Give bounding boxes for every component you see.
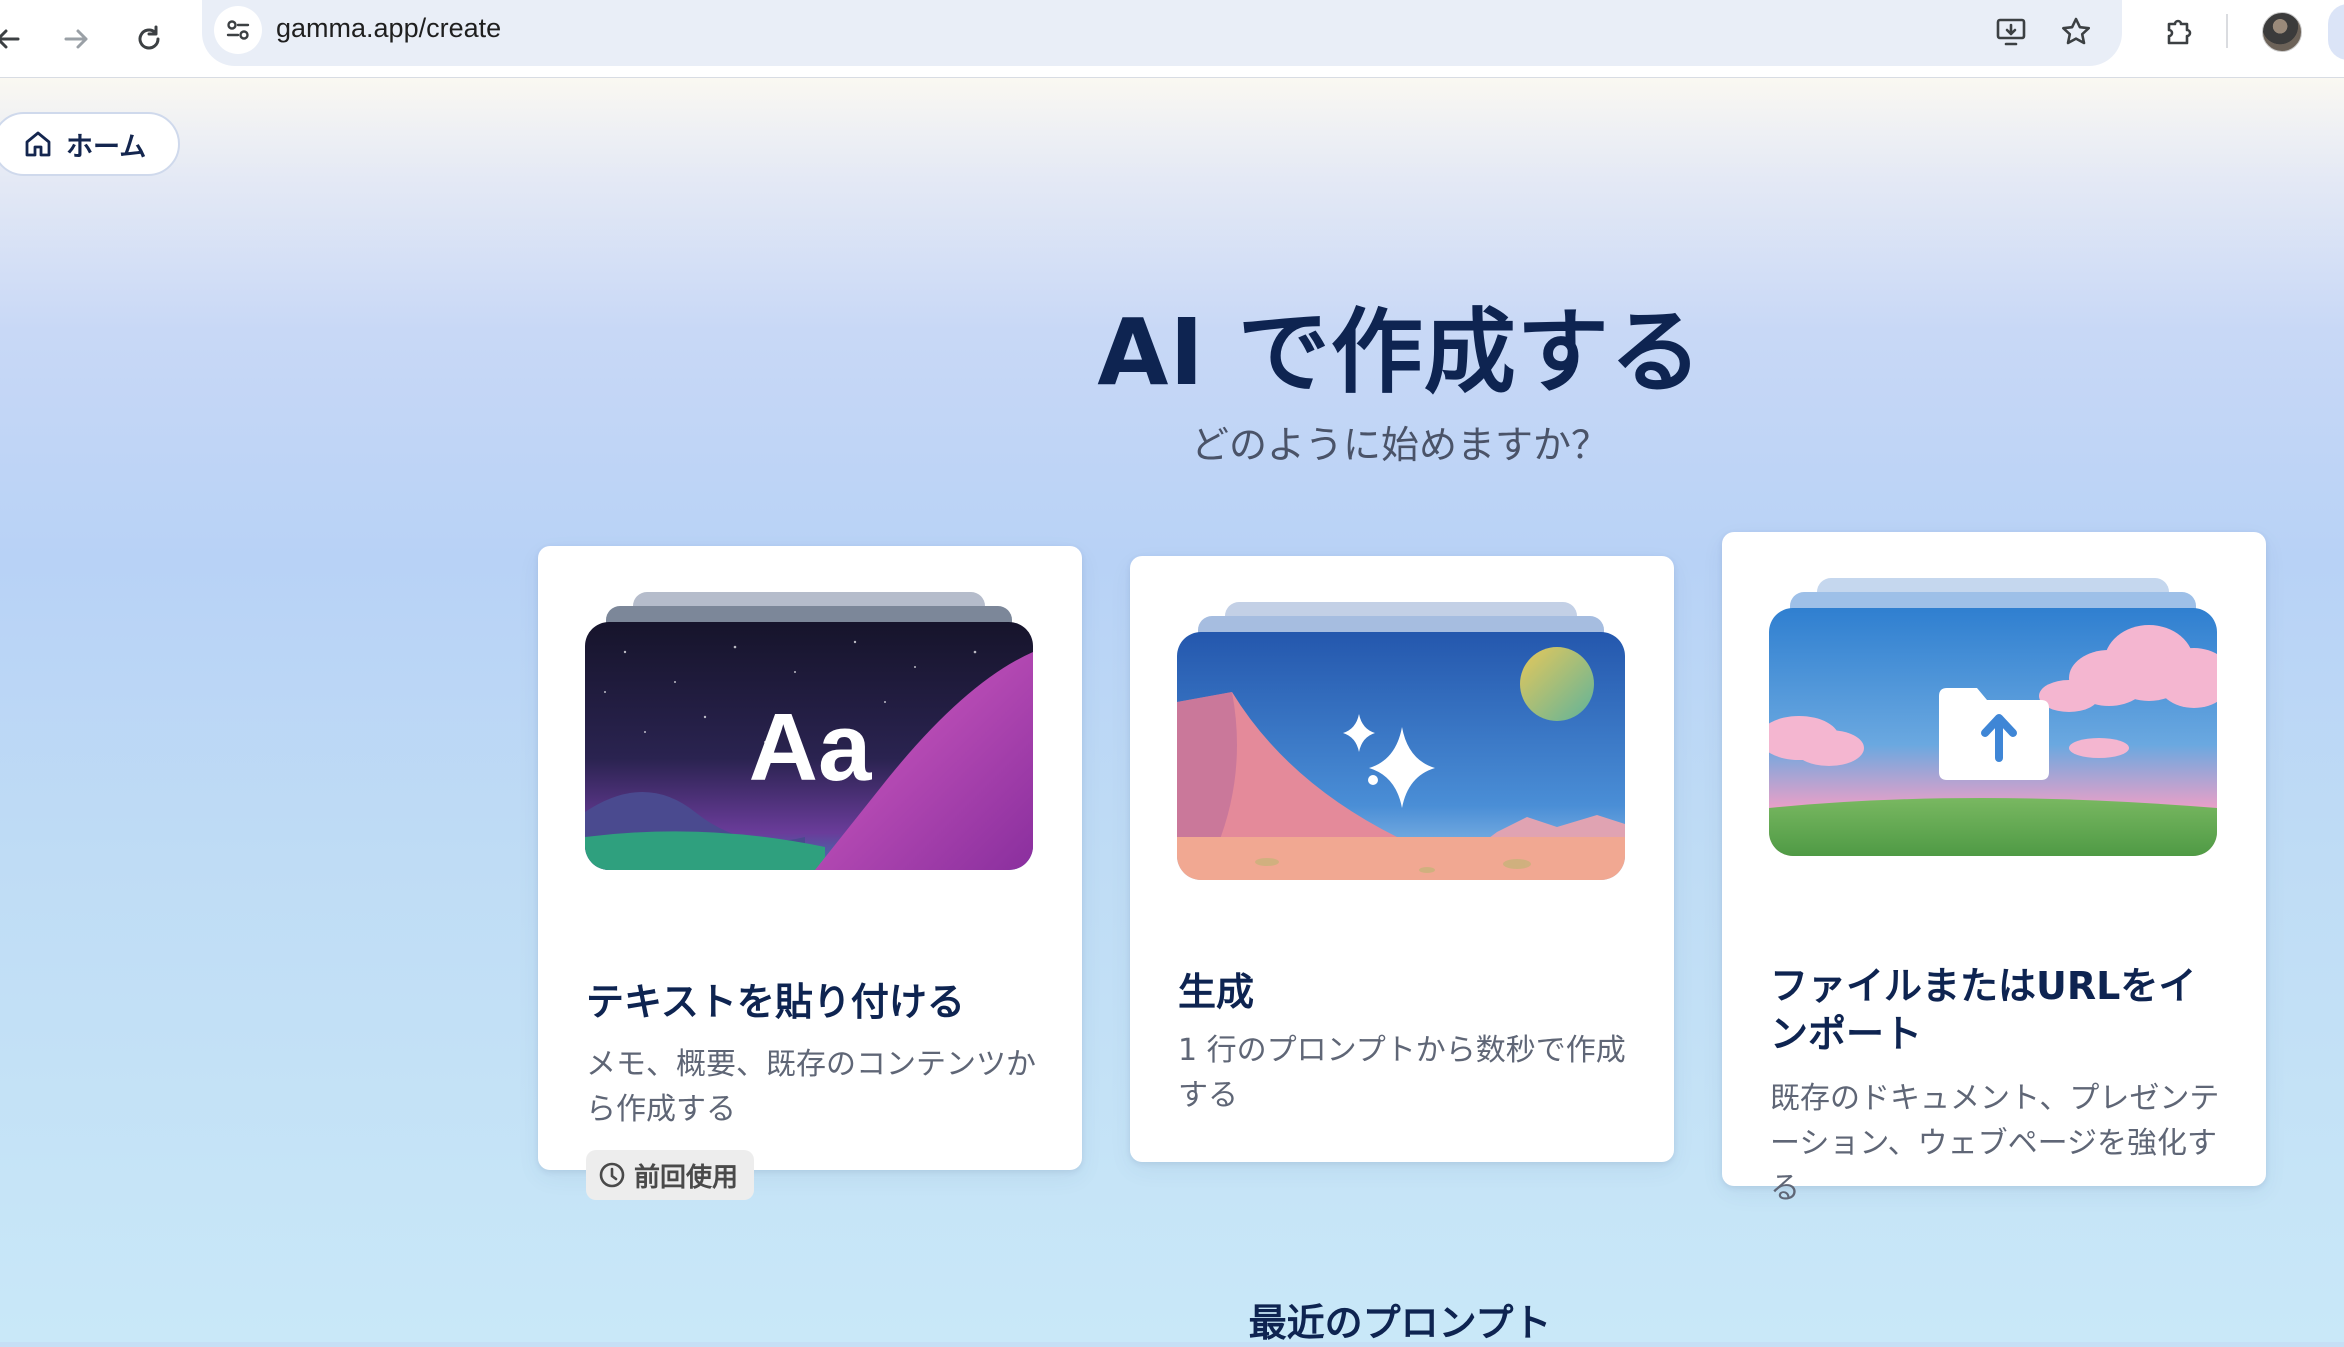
upload-folder-icon xyxy=(1939,688,2049,780)
home-icon xyxy=(25,131,51,157)
last-used-label: 前回使用 xyxy=(634,1162,739,1193)
url-text[interactable]: gamma.app/create xyxy=(276,13,501,44)
install-app-icon[interactable] xyxy=(1988,8,2036,56)
import-title: ファイルまたはURLをインポート xyxy=(1770,964,2197,1056)
profile-avatar[interactable] xyxy=(2262,12,2302,52)
paste-text-title: テキストを貼り付ける xyxy=(586,980,965,1024)
home-button[interactable]: ホーム xyxy=(0,112,180,176)
paste-text-card[interactable]: Aa テキストを貼り付ける メモ、概要、既存のコンテンツから作成する 前回使用 xyxy=(538,546,1082,1200)
recent-prompts-heading: 最近のプロンプト xyxy=(1248,1301,1552,1345)
reload-icon[interactable] xyxy=(120,10,178,68)
paste-text-thumbnail: Aa xyxy=(585,622,1033,870)
last-used-badge: 前回使用 xyxy=(586,1150,755,1200)
generate-title: 生成 xyxy=(1178,970,1255,1014)
bookmark-star-icon[interactable] xyxy=(2052,8,2100,56)
create-page: ホーム AI で作成する どのように始めますか？ Aa テキストを貼り付ける メ… xyxy=(0,78,2344,1345)
forward-arrow-icon[interactable] xyxy=(48,10,106,68)
extensions-icon[interactable] xyxy=(2150,8,2206,56)
page-title: AI で作成する xyxy=(1097,299,1703,406)
home-label: ホーム xyxy=(66,131,147,163)
text-aa-icon: Aa xyxy=(749,694,872,801)
site-info-icon[interactable] xyxy=(214,6,262,54)
address-bar[interactable]: gamma.app/create xyxy=(202,0,2122,66)
import-thumbnail xyxy=(1769,608,2217,856)
chrome-menu-button[interactable] xyxy=(2328,4,2344,60)
import-description: 既存のドキュメント、プレゼンテーション、ウェブページを強化する xyxy=(1770,1081,2220,1206)
import-card[interactable]: ファイルまたはURLをインポート 既存のドキュメント、プレゼンテーション、ウェブ… xyxy=(1722,532,2266,1206)
paste-text-description: メモ、概要、既存のコンテンツから作成する xyxy=(586,1047,1036,1127)
back-arrow-icon[interactable] xyxy=(0,10,36,68)
toolbar-divider xyxy=(2226,14,2228,48)
generate-description: 1 行のプロンプトから数秒で作成する xyxy=(1178,1033,1626,1113)
page-subtitle: どのように始めますか？ xyxy=(1190,423,1609,467)
browser-toolbar: gamma.app/create xyxy=(0,0,2344,78)
clock-icon xyxy=(599,1162,625,1188)
generate-thumbnail xyxy=(1177,632,1625,880)
generate-card[interactable]: 生成 1 行のプロンプトから数秒で作成する xyxy=(1130,556,1674,1162)
